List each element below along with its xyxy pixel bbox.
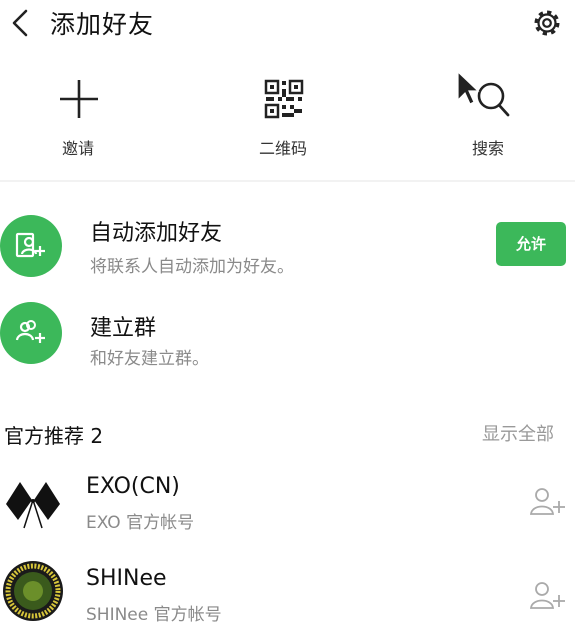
search-action[interactable]: 搜索 [423,70,553,165]
shinee-logo [3,561,63,621]
invite-label: 邀请 [61,139,94,158]
account-desc: SHINee 官方帐号 [86,605,222,624]
auto-add-title: 自动添加好友 [90,221,223,246]
search-label: 搜索 [471,139,504,158]
header-bar: 添加好友 [0,0,575,48]
gear-icon [534,10,560,36]
chevron-left-icon [12,9,28,37]
create-group-title: 建立群 [90,316,157,341]
qr-code-label: 二维码 [258,139,307,158]
add-friend-icon[interactable] [528,580,566,610]
page-title: 添加好友 [50,10,155,39]
user-add-icon [0,215,62,277]
create-group-subtitle: 和好友建立群。 [90,349,209,369]
auto-add-subtitle: 将联系人自动添加为好友。 [90,257,294,277]
settings-button[interactable] [530,6,564,40]
divider [0,180,575,182]
allow-button[interactable]: 允许 [496,222,566,266]
invite-action[interactable]: 邀请 [13,70,143,165]
group-add-icon [0,302,62,364]
account-desc: EXO 官方帐号 [86,513,195,533]
plus-icon [60,80,98,118]
qr-code-action[interactable]: 二维码 [218,70,348,165]
official-account-row[interactable]: SHINee SHINee 官方帐号 [0,560,575,624]
create-group-row[interactable]: 建立群 和好友建立群。 [0,300,575,380]
official-account-row[interactable]: EXO(CN) EXO 官方帐号 [0,468,575,548]
exo-logo [6,482,60,529]
section-title: 官方推荐 2 [4,424,104,448]
account-name: EXO(CN) [86,474,180,499]
account-name: SHINee [86,566,167,591]
qr-code-icon [264,79,304,119]
cursor-icon [457,70,480,105]
back-button[interactable] [6,6,36,40]
show-all-link[interactable]: 显示全部 [482,420,554,446]
auto-add-friends-row[interactable]: 自动添加好友 将联系人自动添加为好友。 [0,205,575,285]
add-friend-icon[interactable] [528,486,566,516]
